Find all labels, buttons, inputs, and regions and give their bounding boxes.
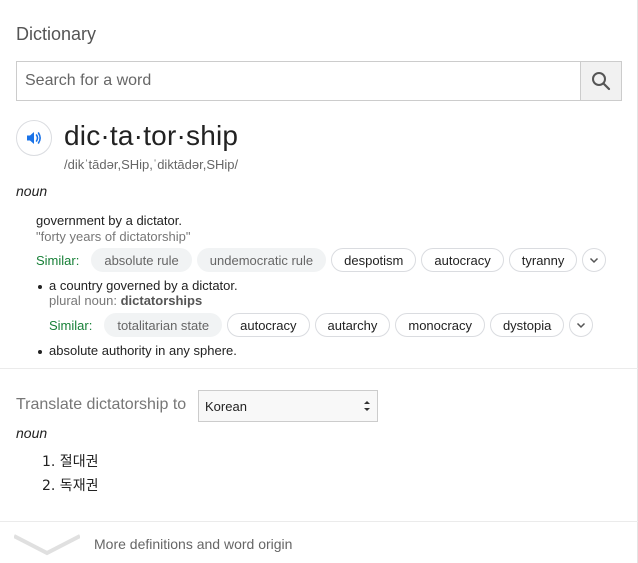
similar-chip[interactable]: absolute rule [91, 248, 192, 272]
chevron-down-icon [14, 534, 80, 556]
more-definitions-label: More definitions and word origin [94, 536, 293, 552]
similar-chip[interactable]: despotism [331, 248, 417, 272]
part-of-speech: noun [16, 183, 48, 199]
search-input[interactable] [17, 62, 580, 100]
example-1: "forty years of dictatorship" [36, 229, 191, 244]
plural-label: plural noun: [49, 293, 117, 308]
similar-chip[interactable]: tyranny [508, 248, 578, 272]
definition-2: a country governed by a dictator. [49, 278, 238, 293]
divider [0, 368, 638, 369]
translate-label: Translate dictatorship to [16, 396, 187, 413]
chevron-down-icon [590, 257, 599, 264]
card-title: Dictionary [16, 24, 97, 44]
selected-language: Korean [205, 398, 247, 414]
search-bar [16, 61, 622, 101]
similar-row-1: Similar: absolute rule undemocratic rule… [36, 248, 607, 272]
similar-chip[interactable]: autocracy [227, 313, 310, 337]
bullet [38, 285, 42, 289]
similar-row-2: Similar: totalitarian state autocracy au… [49, 313, 594, 337]
search-icon [592, 72, 611, 91]
similar-label: Similar: [36, 252, 80, 268]
translation-part-of-speech: noun [16, 425, 48, 441]
definition-1: government by a dictator. [36, 213, 182, 228]
speaker-icon [27, 132, 41, 144]
search-button[interactable] [580, 62, 621, 100]
plural-form: plural noun: dictatorships [49, 293, 202, 308]
similar-chip[interactable]: autarchy [314, 313, 391, 337]
dictionary-card: Dictionary dic·ta·tor·ship /dikˈtādər,SH… [0, 0, 638, 563]
more-definitions-link[interactable]: More definitions and word origin [0, 522, 638, 563]
similar-chip[interactable]: monocracy [395, 313, 485, 337]
similar-chip[interactable]: autocracy [421, 248, 504, 272]
translation-item: 1. 절대권 [42, 454, 99, 470]
definition-3: absolute authority in any sphere. [49, 343, 237, 358]
language-select[interactable]: Korean [198, 390, 378, 422]
headword: dic·ta·tor·ship [64, 120, 239, 151]
similar-chip[interactable]: dystopia [489, 313, 565, 337]
similar-chip[interactable]: undemocratic rule [196, 248, 327, 272]
expand-similar-button[interactable] [582, 248, 607, 272]
expand-similar-button[interactable] [569, 313, 594, 337]
phonetic-spelling: /dikˈtādər,SHip,ˈdiktādər,SHip/ [64, 157, 239, 172]
select-arrows-icon [364, 401, 370, 411]
similar-chip[interactable]: totalitarian state [104, 313, 223, 337]
chevron-down-icon [577, 322, 586, 329]
bullet [38, 350, 42, 354]
pronunciation-button[interactable] [16, 120, 52, 156]
similar-label: Similar: [49, 317, 93, 333]
plural-value: dictatorships [120, 293, 203, 308]
translation-item: 2. 독재권 [42, 478, 99, 494]
